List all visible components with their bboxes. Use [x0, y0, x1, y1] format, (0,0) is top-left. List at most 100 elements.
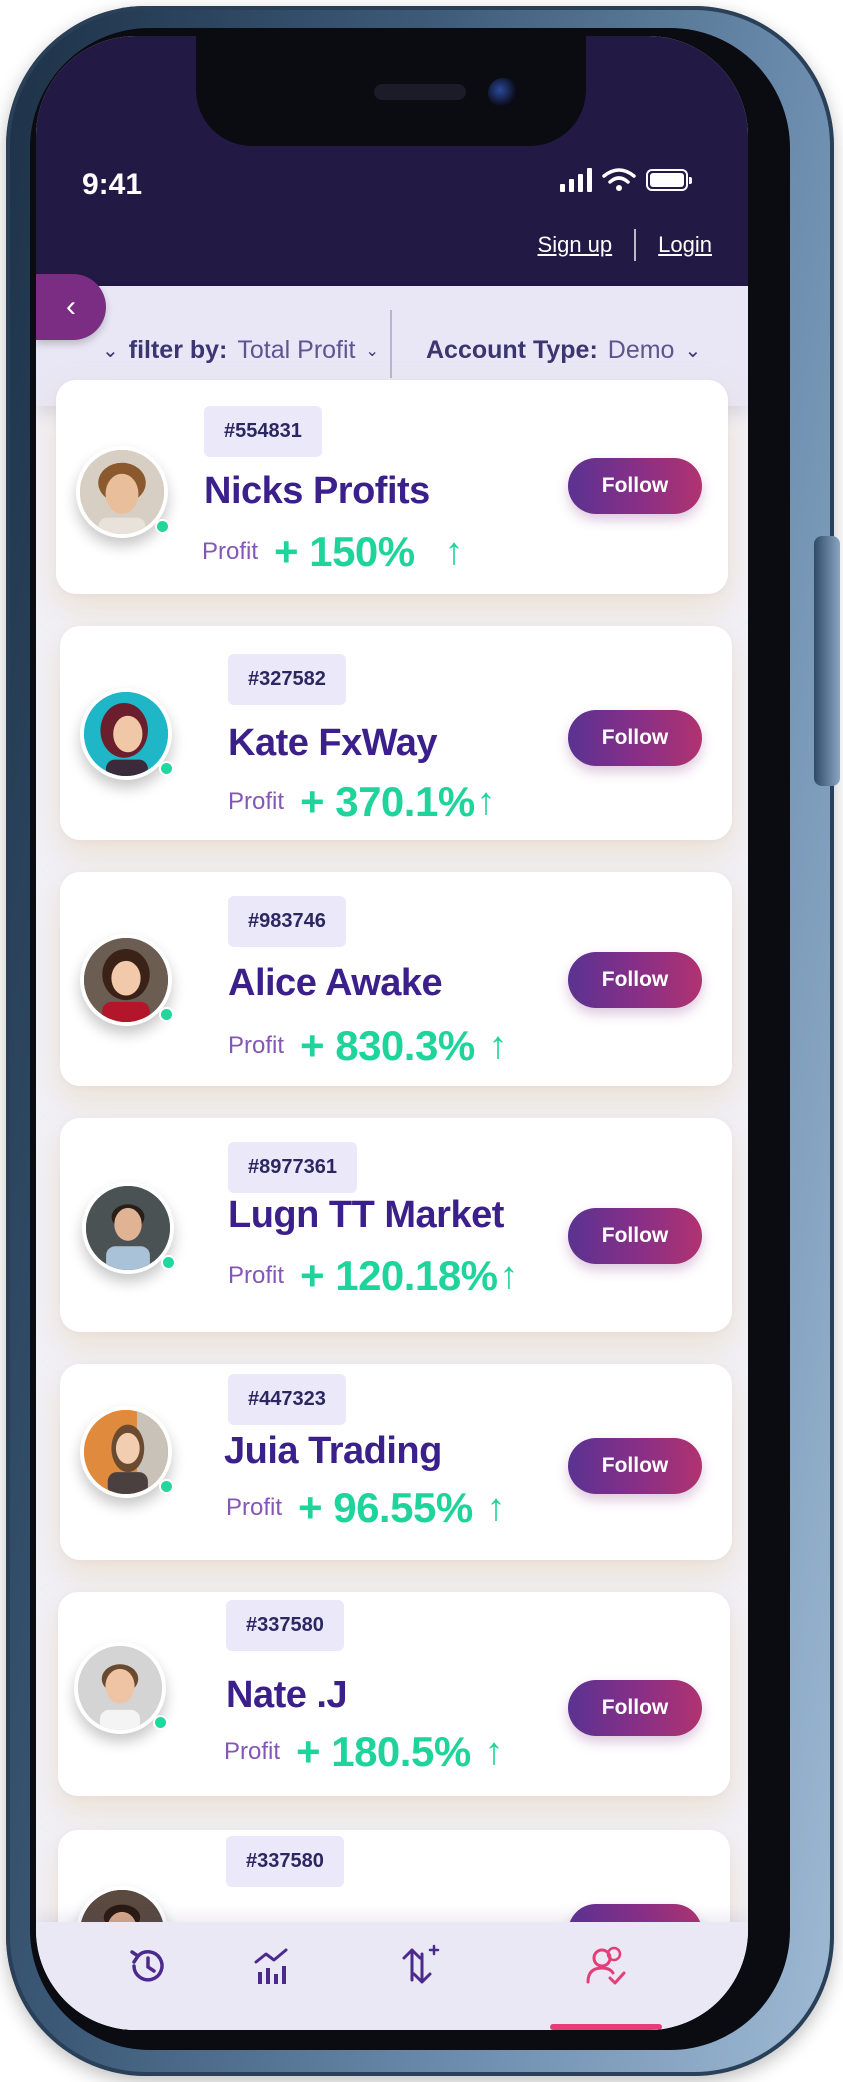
arrow-up-icon: ↑	[484, 1730, 504, 1773]
avatar-image	[84, 1410, 168, 1494]
online-indicator	[155, 519, 170, 534]
speaker-grille	[374, 84, 466, 100]
arrow-up-icon: ↑	[488, 1024, 508, 1067]
profit-row: Profit + 120.18% ↑	[228, 1252, 519, 1300]
profit-label: Profit	[228, 1032, 285, 1059]
chevron-down-icon: ⌄	[102, 340, 119, 362]
arrow-up-icon: ↑	[444, 530, 464, 573]
account-type-value: Demo	[607, 336, 675, 364]
trader-avatar	[74, 1642, 168, 1734]
profit-value: + 150%	[274, 528, 415, 575]
follow-button[interactable]: Follow	[568, 952, 702, 1008]
arrow-up-icon: ↑	[499, 1254, 519, 1297]
follow-button[interactable]: Follow	[568, 458, 702, 514]
filter-by-label: filter by:	[128, 336, 228, 364]
status-time: 9:41	[82, 168, 143, 201]
trader-name: Nicks Profits	[204, 470, 430, 512]
nav-active-indicator	[550, 2024, 662, 2030]
account-type-label: Account Type:	[426, 336, 598, 364]
avatar-image	[80, 450, 164, 534]
app-screen: 9:41 Sign up Login ‹ ⌄ filter by: Total …	[36, 36, 748, 2030]
profit-row: Profit + 96.55% ↑	[226, 1484, 506, 1532]
trader-card[interactable]: #327582 Kate FxWay Profit + 370.1% ↑ Fol…	[60, 626, 732, 840]
chevron-down-icon: ⌄	[365, 342, 379, 360]
filter-by-value: Total Profit	[237, 336, 356, 364]
trader-card[interactable]: #983746 Alice Awake Profit + 830.3% ↑ Fo…	[60, 872, 732, 1086]
trader-name: Lugn TT Market	[228, 1194, 504, 1236]
nav-chart[interactable]	[246, 1940, 298, 1992]
history-icon	[130, 1950, 164, 1982]
filter-by-dropdown[interactable]: ⌄ filter by: Total Profit ⌄	[102, 336, 379, 365]
online-indicator	[159, 1479, 174, 1494]
arrow-up-icon: ↑	[486, 1486, 506, 1529]
profit-value: + 180.5%	[296, 1728, 471, 1775]
profit-value: + 120.18%	[300, 1252, 498, 1299]
trader-avatar	[80, 688, 174, 780]
profit-value: + 830.3%	[300, 1022, 475, 1069]
profit-label: Profit	[228, 1262, 285, 1289]
trader-avatar	[80, 934, 174, 1026]
online-indicator	[159, 1007, 174, 1022]
profit-value: + 96.55%	[298, 1484, 473, 1531]
trader-id-badge: #337580	[226, 1600, 344, 1651]
wifi-icon	[602, 168, 636, 191]
trader-avatar	[80, 1406, 174, 1498]
avatar-image	[84, 938, 168, 1022]
nav-trade[interactable]	[392, 1940, 444, 1992]
avatar-image	[84, 692, 168, 776]
nav-copy-traders[interactable]	[580, 1940, 632, 1992]
trader-id-badge: #8977361	[228, 1142, 357, 1193]
filter-divider	[390, 310, 392, 378]
profit-row: Profit + 830.3% ↑	[228, 1022, 508, 1070]
battery-icon	[646, 169, 692, 191]
trade-icon	[402, 1944, 440, 1984]
trader-card[interactable]: #447323 Juia Trading Profit + 96.55% ↑ F…	[60, 1364, 732, 1560]
profit-label: Profit	[226, 1494, 283, 1521]
status-icons	[560, 168, 692, 192]
profit-label: Profit	[228, 788, 285, 815]
follow-button[interactable]: Follow	[568, 710, 702, 766]
trader-id-badge: #447323	[228, 1374, 346, 1425]
trader-avatar	[76, 446, 170, 538]
copy-traders-icon	[586, 1946, 626, 1985]
trader-id-badge: #327582	[228, 654, 346, 705]
trader-name: Nate .J	[226, 1674, 348, 1716]
online-indicator	[153, 1715, 168, 1730]
profit-row: Profit + 150% ↑	[202, 528, 464, 576]
trader-card[interactable]: #8977361 Lugn TT Market Profit + 120.18%…	[60, 1118, 732, 1332]
chevron-down-icon: ⌄	[684, 340, 702, 362]
trader-card[interactable]: #554831 Nicks Profits Profit + 150% ↑ Fo…	[56, 380, 728, 594]
auth-divider	[634, 229, 637, 261]
back-button[interactable]: ‹	[36, 274, 106, 340]
account-type-dropdown[interactable]: Account Type: Demo ⌄	[426, 336, 701, 365]
follow-button[interactable]: Follow	[568, 1438, 702, 1494]
trader-name: Alice Awake	[228, 962, 443, 1004]
avatar-image	[86, 1186, 170, 1270]
profit-value: + 370.1%	[300, 778, 475, 825]
avatar-image	[78, 1646, 162, 1730]
follow-button[interactable]: Follow	[568, 1208, 702, 1264]
login-link[interactable]: Login	[658, 232, 712, 258]
online-indicator	[159, 761, 174, 776]
trader-avatar	[82, 1182, 176, 1274]
arrow-up-icon: ↑	[476, 780, 496, 823]
profit-row: Profit + 370.1% ↑	[228, 778, 496, 826]
trader-id-badge: #983746	[228, 896, 346, 947]
phone-side-button	[814, 536, 840, 786]
chart-icon	[254, 1948, 288, 1984]
phone-notch	[196, 36, 586, 146]
front-camera	[488, 78, 518, 108]
sign-up-link[interactable]: Sign up	[538, 232, 613, 258]
trader-card[interactable]: #337580 Nate .J Profit + 180.5% ↑ Follow	[58, 1592, 730, 1796]
chevron-left-icon: ‹	[66, 290, 76, 323]
auth-links: Sign up Login	[538, 229, 712, 261]
profit-label: Profit	[202, 538, 259, 565]
profit-row: Profit + 180.5% ↑	[224, 1728, 504, 1776]
signal-icon	[560, 168, 592, 192]
trader-id-badge: #554831	[204, 406, 322, 457]
trader-id-badge: #337580	[226, 1836, 344, 1887]
nav-history[interactable]	[122, 1940, 174, 1992]
trader-name: Juia Trading	[224, 1430, 442, 1472]
follow-button[interactable]: Follow	[568, 1680, 702, 1736]
trader-name: Kate FxWay	[228, 722, 438, 764]
